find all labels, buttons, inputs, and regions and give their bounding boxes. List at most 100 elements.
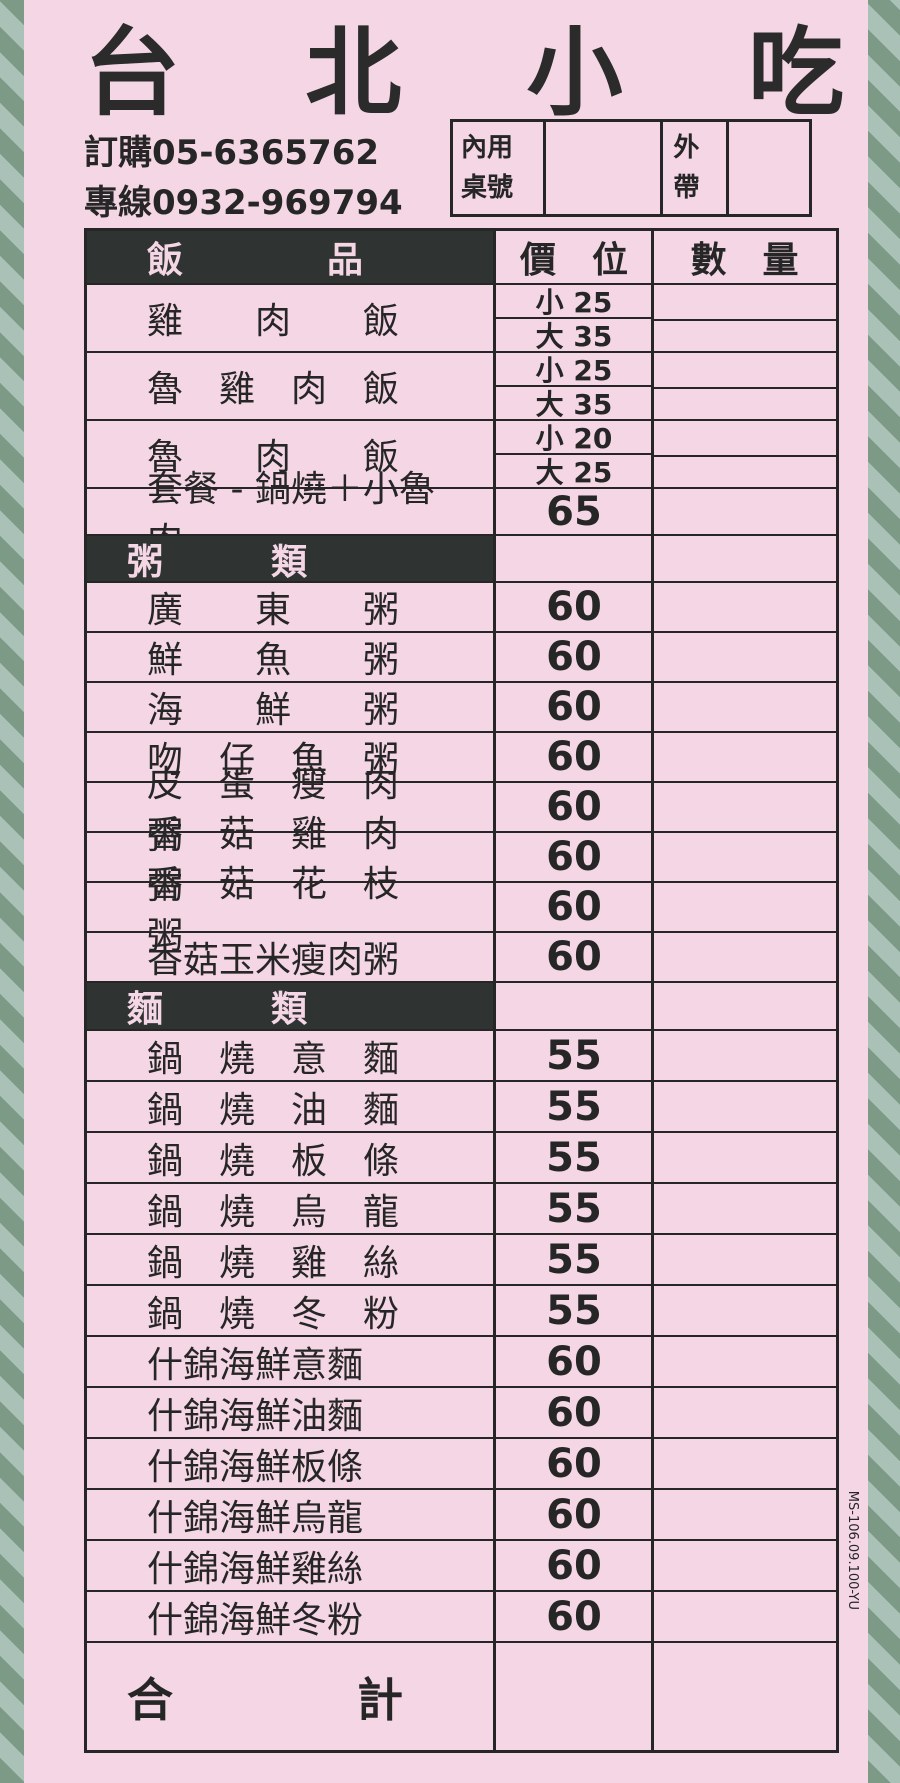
total-row: 合 計	[87, 1643, 836, 1750]
item-name: 什錦海鮮烏龍	[147, 1497, 364, 1539]
item-name: 香 菇 花 枝 粥	[147, 864, 436, 957]
noodle-row: 什錦海鮮板條 60	[87, 1439, 836, 1490]
item-price: 60	[546, 1491, 602, 1538]
qty-field[interactable]	[653, 1031, 836, 1080]
total-field[interactable]	[495, 1643, 836, 1750]
item-price: 60	[546, 684, 602, 730]
qty-field[interactable]	[653, 1490, 836, 1539]
form-code: MS-106.09.100-YU	[845, 1490, 860, 1610]
item-price: 60	[546, 884, 602, 930]
contact-info: 訂購05-6365762 專線0932-969794	[84, 128, 403, 228]
column-divider	[493, 231, 496, 1750]
item-name: 什錦海鮮冬粉	[147, 1599, 364, 1641]
item-name: 鍋 燒 意 麵	[147, 1038, 400, 1080]
item-price: 60	[546, 734, 602, 780]
total-label: 合 計	[127, 1672, 403, 1727]
item-name: 什錦海鮮雞絲	[147, 1548, 364, 1590]
item-price: 65	[546, 488, 602, 535]
item-name: 鍋 燒 冬 粉	[147, 1293, 400, 1335]
qty-field[interactable]	[653, 933, 836, 981]
section-title: 粥 類	[87, 536, 495, 583]
price-large: 大 35	[535, 388, 613, 421]
price-large: 大 35	[535, 320, 613, 353]
noodle-row: 什錦海鮮意麵 60	[87, 1337, 836, 1388]
qty-field[interactable]	[653, 683, 836, 731]
qty-field-small[interactable]	[653, 285, 836, 321]
menu-row: 雞 肉 飯 小 25 大 35	[87, 285, 836, 353]
qty-field[interactable]	[653, 1235, 836, 1284]
noodle-row: 鍋 燒 板 條 55	[87, 1133, 836, 1184]
qty-field[interactable]	[653, 1592, 836, 1641]
item-price: 55	[546, 1083, 602, 1130]
item-name: 鍋 燒 烏 龍	[147, 1191, 400, 1233]
title-char: 台	[84, 16, 180, 129]
item-name: 魯 雞 肉 飯	[147, 369, 400, 410]
qty-field[interactable]	[653, 1439, 836, 1488]
combo-row: 套餐 - 鍋燒＋小魯肉 65	[87, 468, 836, 562]
noodle-row: 鍋 燒 油 麵 55	[87, 1082, 836, 1133]
item-price: 55	[546, 1287, 602, 1334]
item-name: 香菇玉米瘦肉粥	[147, 940, 400, 981]
noodle-row: 什錦海鮮雞絲 60	[87, 1541, 836, 1592]
qty-field[interactable]	[653, 1286, 836, 1335]
congee-row: 鮮 魚 粥 60	[87, 633, 836, 683]
item-name: 套餐 - 鍋燒＋小魯肉	[147, 468, 435, 562]
item-price: 60	[546, 834, 602, 880]
section-title: 麵 類	[87, 983, 495, 1030]
qty-field[interactable]	[653, 1082, 836, 1131]
noodle-row: 鍋 燒 烏 龍 55	[87, 1184, 836, 1235]
table-number-field[interactable]	[546, 122, 664, 214]
qty-field[interactable]	[653, 583, 836, 631]
price-small: 小 25	[495, 353, 653, 387]
item-price: 60	[546, 584, 602, 630]
qty-field[interactable]	[653, 1541, 836, 1590]
item-price: 60	[546, 1440, 602, 1487]
qty-field[interactable]	[653, 733, 836, 781]
qty-field[interactable]	[653, 1133, 836, 1182]
noodle-row: 什錦海鮮油麵 60	[87, 1388, 836, 1439]
congee-row: 廣 東 粥 60	[87, 583, 836, 633]
item-name: 鍋 燒 板 條	[147, 1140, 400, 1182]
title-char: 北	[305, 16, 402, 129]
qty-field[interactable]	[653, 633, 836, 681]
noodle-row: 鍋 燒 冬 粉 55	[87, 1286, 836, 1337]
noodle-row: 鍋 燒 意 麵 55	[87, 1031, 836, 1082]
title-char: 吃	[747, 16, 844, 129]
item-name: 鮮 魚 粥	[147, 640, 400, 681]
qty-field-small[interactable]	[653, 421, 836, 457]
shop-title: 台 北 小 吃	[84, 4, 844, 129]
qty-field-large[interactable]	[653, 455, 836, 487]
price-large: 大 25	[535, 456, 613, 489]
qty-field[interactable]	[653, 783, 836, 831]
takeout-label: 外帶	[663, 122, 729, 214]
item-name: 廣 東 粥	[147, 590, 400, 631]
qty-field[interactable]	[653, 833, 836, 881]
dine-in-label: 內用桌號	[453, 122, 546, 214]
title-char: 小	[526, 16, 623, 129]
qty-field-large[interactable]	[653, 319, 836, 351]
qty-field[interactable]	[653, 1388, 836, 1437]
congee-row: 香菇玉米瘦肉粥 60	[87, 933, 836, 983]
price-small: 小 25	[495, 285, 653, 319]
order-phone: 訂購05-6365762	[84, 133, 380, 173]
qty-field[interactable]	[653, 489, 836, 534]
noodle-row: 什錦海鮮冬粉 60	[87, 1592, 836, 1643]
qty-field[interactable]	[653, 1184, 836, 1233]
qty-field-small[interactable]	[653, 353, 836, 389]
item-name: 什錦海鮮油麵	[147, 1395, 364, 1437]
congee-header: 粥 類	[87, 536, 836, 583]
menu-table: 飯 品 價 位 數 量 雞 肉 飯小 25 大 35 魯 雞 肉 飯小 25 大 35…	[84, 228, 839, 1753]
hotline-phone: 專線0932-969794	[84, 183, 403, 223]
item-price: 60	[546, 1389, 602, 1436]
item-name: 什錦海鮮板條	[147, 1446, 364, 1488]
takeout-field[interactable]	[729, 122, 809, 214]
item-name: 鍋 燒 油 麵	[147, 1089, 400, 1131]
price-small: 小 20	[495, 421, 653, 455]
order-form: 台 北 小 吃 訂購05-6365762 專線0932-969794 內用桌號 …	[24, 0, 868, 1783]
qty-field-large[interactable]	[653, 387, 836, 419]
header-qty: 數 量	[653, 231, 836, 285]
qty-field[interactable]	[653, 1337, 836, 1386]
item-price: 60	[546, 634, 602, 680]
item-price: 55	[546, 1032, 602, 1079]
qty-field[interactable]	[653, 883, 836, 931]
